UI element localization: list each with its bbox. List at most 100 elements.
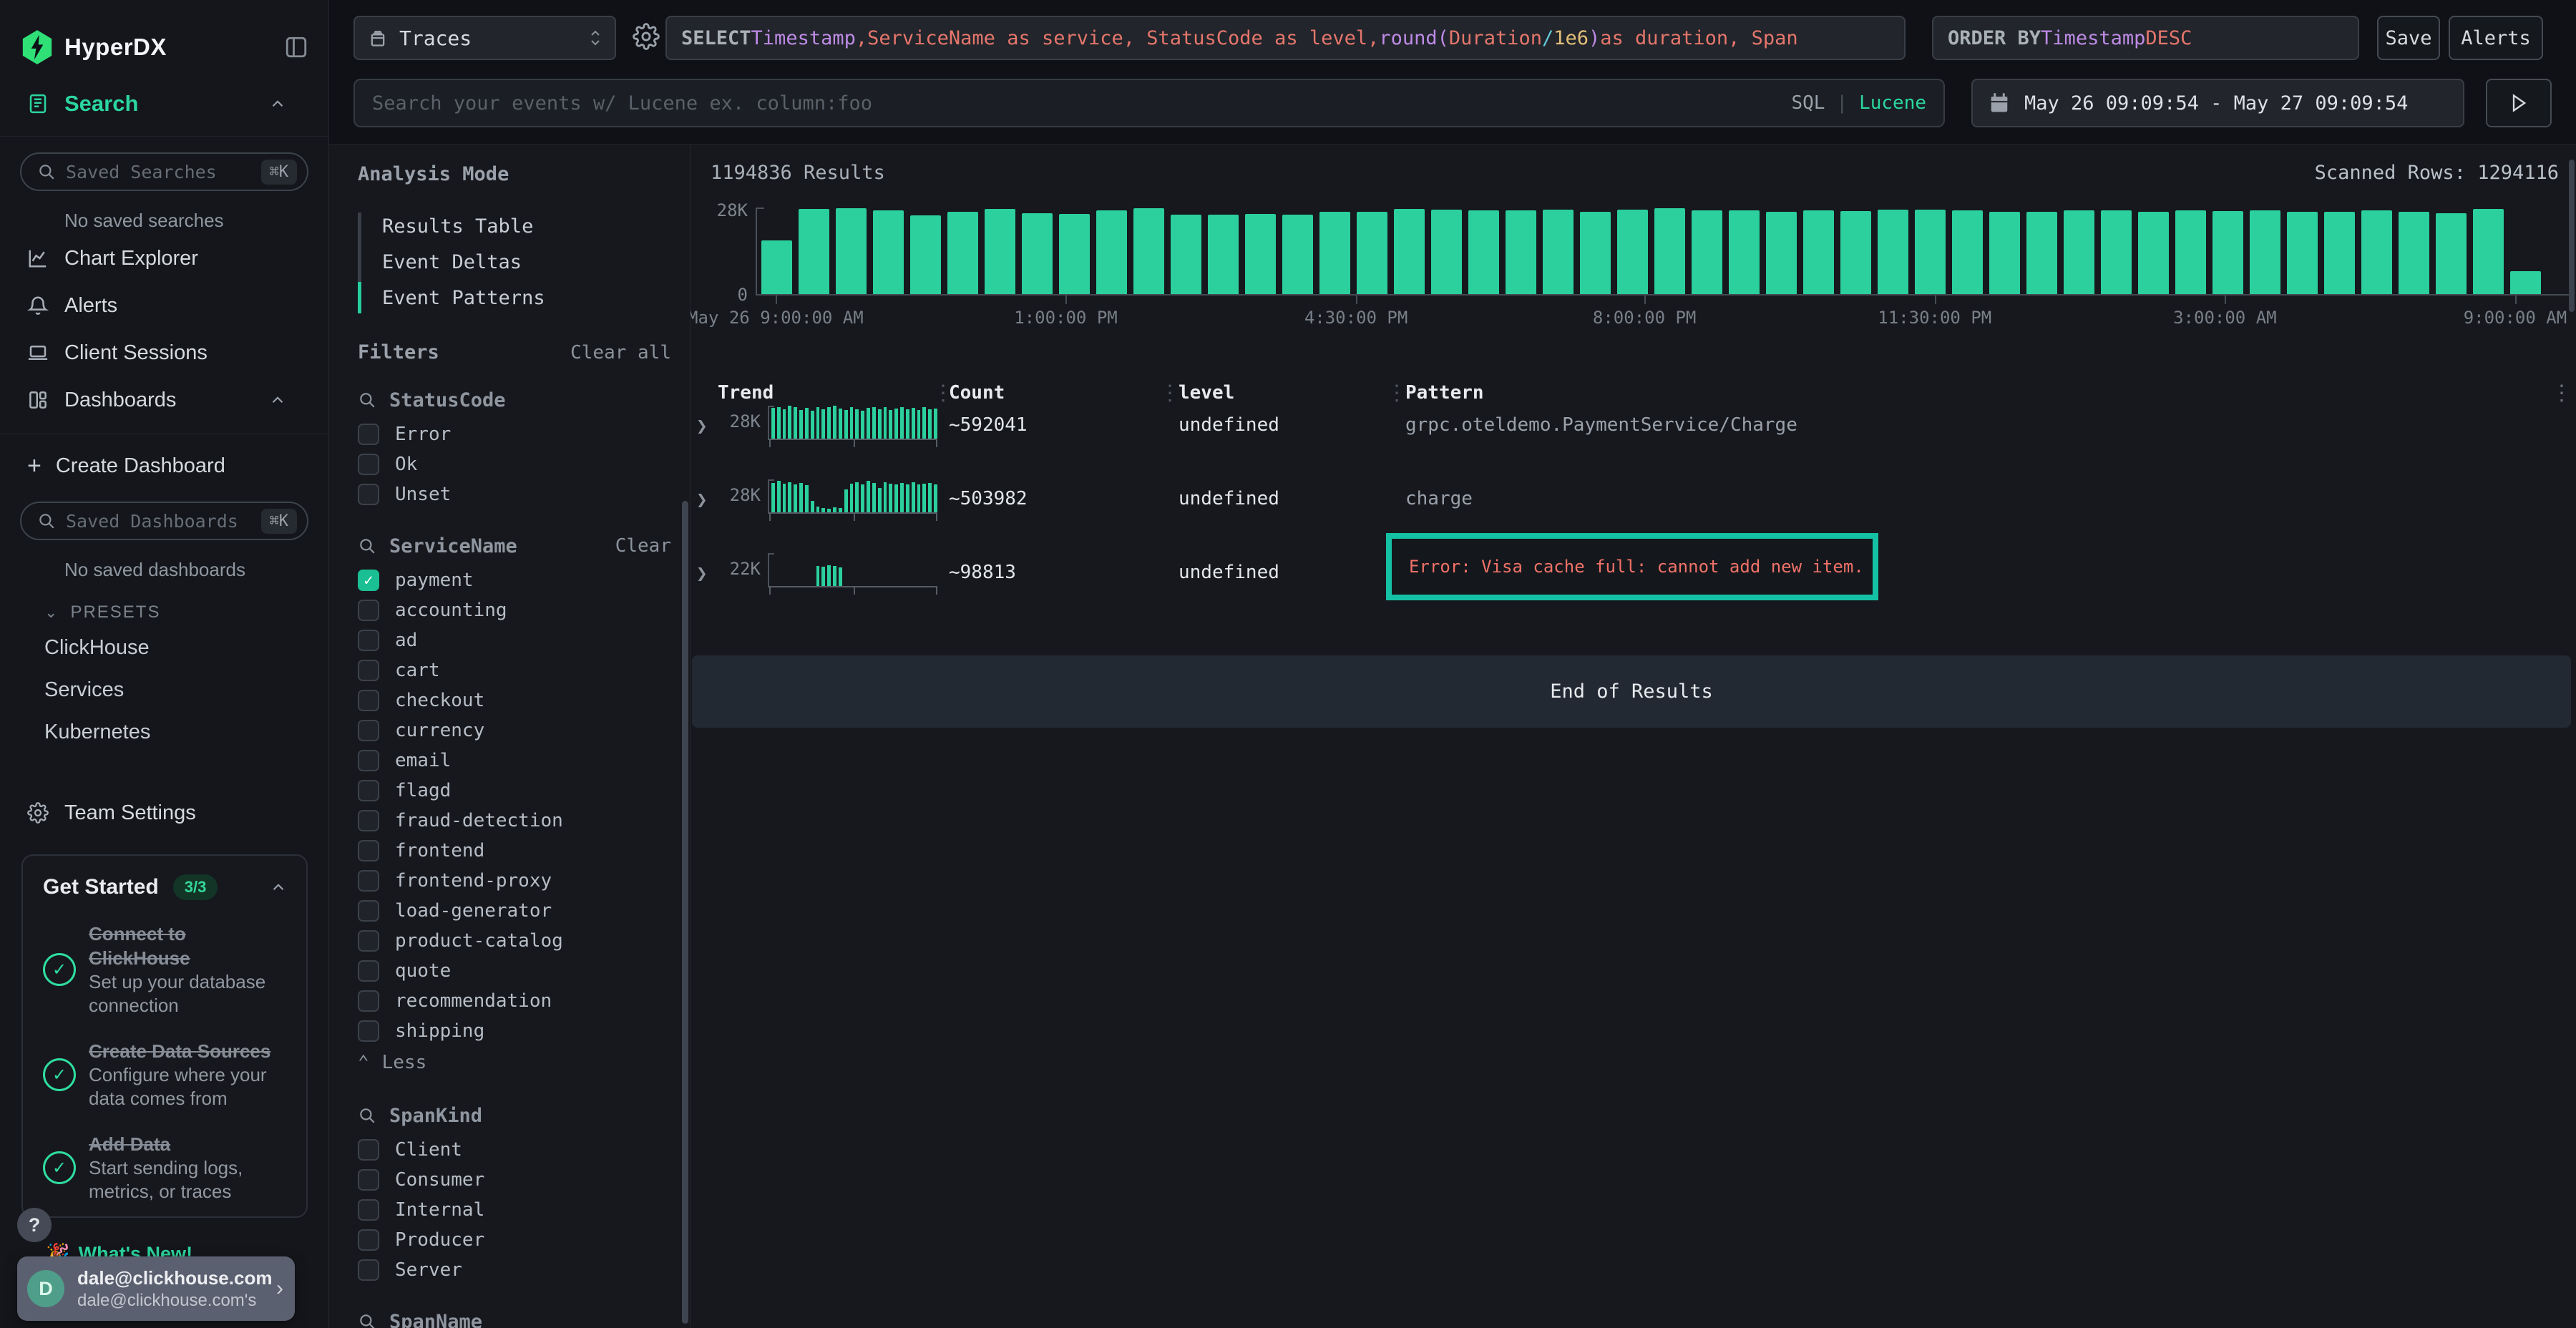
- saved-searches-input[interactable]: Saved Searches ⌘K: [20, 152, 308, 191]
- option-results-table[interactable]: Results Table: [382, 208, 671, 244]
- filter-checkbox-item[interactable]: flagd: [358, 776, 671, 806]
- clear-all-link[interactable]: Clear all: [570, 342, 671, 363]
- get-started-item[interactable]: ✓ Create Data Sources Configure where yo…: [43, 1039, 288, 1110]
- checkbox[interactable]: [358, 690, 379, 711]
- search-icon[interactable]: [358, 537, 376, 555]
- clear-service-link[interactable]: Clear: [615, 535, 671, 557]
- search-input[interactable]: Search your events w/ Lucene ex. column:…: [353, 79, 1945, 127]
- filter-checkbox-item[interactable]: frontend-proxy: [358, 866, 671, 896]
- checkbox[interactable]: [358, 600, 379, 621]
- checkbox[interactable]: [358, 630, 379, 651]
- checkbox[interactable]: [358, 484, 379, 505]
- filter-checkbox-item[interactable]: email: [358, 746, 671, 776]
- filter-checkbox-item[interactable]: checkout: [358, 685, 671, 716]
- sidebar-item-dashboards[interactable]: Dashboards: [0, 376, 328, 424]
- row-expander-icon[interactable]: ❯: [696, 489, 708, 511]
- option-event-patterns[interactable]: Event Patterns: [382, 280, 671, 316]
- sql-select-editor[interactable]: SELECT Timestamp, ServiceName as service…: [665, 16, 1906, 60]
- sidebar-item-alerts[interactable]: Alerts: [0, 282, 328, 329]
- user-account-chip[interactable]: D dale@clickhouse.com dale@clickhouse.co…: [17, 1256, 295, 1321]
- filter-checkbox-item[interactable]: frontend: [358, 836, 671, 866]
- alerts-button[interactable]: Alerts: [2449, 16, 2543, 60]
- order-by-editor[interactable]: ORDER BY Timestamp DESC: [1932, 16, 2359, 60]
- source-settings-gear-icon[interactable]: [633, 23, 660, 50]
- highlighted-pattern-box[interactable]: Error: Visa cache full: cannot add new i…: [1386, 533, 1878, 600]
- run-query-button[interactable]: [2486, 79, 2552, 127]
- saved-dashboards-input[interactable]: Saved Dashboards ⌘K: [20, 502, 308, 540]
- filter-checkbox-item[interactable]: ad: [358, 625, 671, 655]
- presets-toggle[interactable]: ⌄ PRESETS: [0, 584, 328, 627]
- filter-checkbox-item[interactable]: fraud-detection: [358, 806, 671, 836]
- preset-dashboard-item[interactable]: Kubernetes: [0, 711, 328, 753]
- search-icon[interactable]: [358, 1106, 376, 1125]
- filter-checkbox-item[interactable]: Client: [358, 1135, 671, 1165]
- sidebar-item-chart-explorer[interactable]: Chart Explorer: [0, 235, 328, 282]
- filter-checkbox-item[interactable]: cart: [358, 655, 671, 685]
- table-menu-icon[interactable]: ⋮: [2551, 381, 2572, 406]
- checkbox[interactable]: [358, 780, 379, 801]
- checkbox[interactable]: [358, 960, 379, 982]
- filter-checkbox-item[interactable]: Producer: [358, 1225, 671, 1255]
- sidebar-item-team-settings[interactable]: Team Settings: [0, 791, 328, 835]
- filter-checkbox-item[interactable]: Consumer: [358, 1165, 671, 1195]
- checkbox[interactable]: [358, 810, 379, 831]
- checkbox[interactable]: [358, 1199, 379, 1221]
- chevron-up-icon[interactable]: [268, 94, 303, 113]
- checkbox[interactable]: [358, 1259, 379, 1281]
- filter-checkbox-item[interactable]: Server: [358, 1255, 671, 1285]
- checkbox[interactable]: [358, 930, 379, 952]
- search-icon[interactable]: [358, 391, 376, 409]
- filter-checkbox-item[interactable]: recommendation: [358, 986, 671, 1016]
- help-button[interactable]: ?: [17, 1208, 52, 1242]
- pattern-row[interactable]: ❯ 28K ~592041 undefined grpc.oteldemo.Pa…: [691, 404, 2576, 478]
- checkbox[interactable]: [358, 570, 379, 591]
- filter-checkbox-item[interactable]: Unset: [358, 479, 671, 509]
- checkbox[interactable]: [358, 1229, 379, 1251]
- checkbox[interactable]: [358, 750, 379, 771]
- filter-checkbox-item[interactable]: load-generator: [358, 896, 671, 926]
- checkbox[interactable]: [358, 424, 379, 445]
- checkbox[interactable]: [358, 900, 379, 922]
- checkbox[interactable]: [358, 454, 379, 475]
- sql-toggle[interactable]: SQL: [1791, 92, 1825, 114]
- save-button[interactable]: Save: [2377, 16, 2440, 60]
- filter-checkbox-item[interactable]: quote: [358, 956, 671, 986]
- row-expander-icon[interactable]: ❯: [696, 416, 708, 437]
- checkbox[interactable]: [358, 720, 379, 741]
- checkbox[interactable]: [358, 1020, 379, 1042]
- checkbox[interactable]: [358, 1139, 379, 1161]
- preset-dashboard-item[interactable]: Services: [0, 669, 328, 711]
- create-dashboard-button[interactable]: + Create Dashboard: [0, 446, 328, 486]
- chevron-up-icon[interactable]: [268, 391, 303, 409]
- row-expander-icon[interactable]: ❯: [696, 563, 708, 585]
- filter-checkbox-item[interactable]: Ok: [358, 449, 671, 479]
- source-select[interactable]: Traces: [353, 16, 616, 60]
- filter-checkbox-item[interactable]: currency: [358, 716, 671, 746]
- checkbox[interactable]: [358, 840, 379, 861]
- filter-checkbox-item[interactable]: accounting: [358, 595, 671, 625]
- checkbox[interactable]: [358, 660, 379, 681]
- lucene-toggle[interactable]: Lucene: [1859, 92, 1926, 114]
- get-started-item[interactable]: ✓ Connect to ClickHouse Set up your data…: [43, 922, 288, 1017]
- sidebar-collapse-icon[interactable]: [284, 35, 308, 59]
- col-resize-handle-icon[interactable]: ⋮: [1159, 381, 1181, 406]
- search-icon[interactable]: [358, 1312, 376, 1328]
- col-resize-handle-icon[interactable]: ⋮: [1386, 381, 1407, 406]
- option-event-deltas[interactable]: Event Deltas: [382, 244, 671, 280]
- show-less-toggle[interactable]: ⌃ Less: [358, 1046, 671, 1079]
- pattern-row[interactable]: ❯ 22K ~98813 undefined Error: Visa cache…: [691, 552, 2576, 625]
- sidebar-item-search[interactable]: Search: [0, 79, 328, 129]
- checkbox[interactable]: [358, 870, 379, 892]
- get-started-item[interactable]: ✓ Add Data Start sending logs, metrics, …: [43, 1132, 288, 1204]
- checkbox[interactable]: [358, 1169, 379, 1191]
- page-scrollbar-thumb[interactable]: [2569, 160, 2575, 312]
- hyperdx-logo-icon[interactable]: [21, 30, 53, 64]
- filter-checkbox-item[interactable]: Internal: [358, 1195, 671, 1225]
- filters-scrollbar-thumb[interactable]: [682, 501, 688, 1324]
- filter-checkbox-item[interactable]: Error: [358, 419, 671, 449]
- filter-checkbox-item[interactable]: shipping: [358, 1016, 671, 1046]
- chevron-up-icon[interactable]: [269, 878, 288, 897]
- checkbox[interactable]: [358, 990, 379, 1012]
- sidebar-item-client-sessions[interactable]: Client Sessions: [0, 329, 328, 376]
- date-range-picker[interactable]: May 26 09:09:54 - May 27 09:09:54: [1971, 79, 2464, 127]
